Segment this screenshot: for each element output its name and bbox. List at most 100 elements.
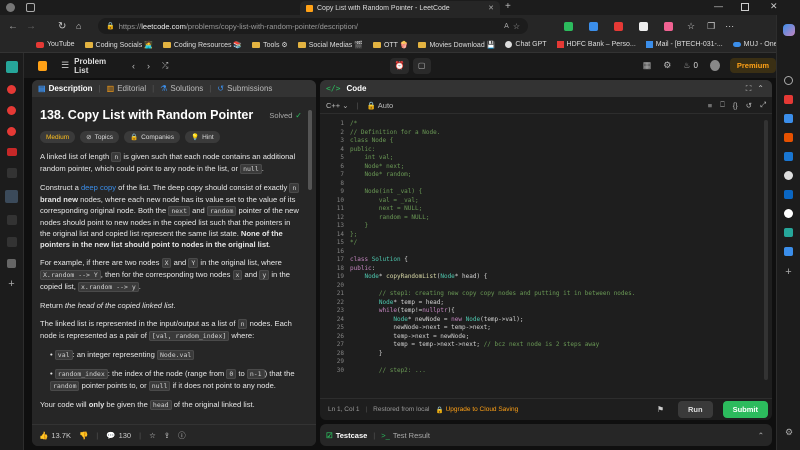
collapse-icon[interactable]: ⌃ xyxy=(757,84,764,93)
description-scrollbar[interactable] xyxy=(308,110,312,190)
refresh-icon[interactable]: ↻ xyxy=(58,21,72,32)
layout-grid-icon[interactable]: ▦ xyxy=(643,60,652,71)
timer-button[interactable]: ⏰ xyxy=(390,57,409,74)
favorites-icon[interactable]: ☆ xyxy=(687,21,695,32)
new-tab-icon[interactable]: + xyxy=(505,1,511,12)
dislike-button[interactable]: 👎 xyxy=(79,431,88,440)
settings-gear-icon[interactable]: ⚙ xyxy=(663,60,671,71)
tab-actions-icon[interactable] xyxy=(26,3,35,12)
rail-shopping-icon[interactable] xyxy=(784,95,793,104)
rail-google-icon[interactable] xyxy=(784,209,793,218)
debug-icon[interactable]: ⚑ xyxy=(657,405,664,414)
rail-add-icon[interactable]: + xyxy=(0,278,23,290)
format-icon[interactable]: ≡ xyxy=(708,101,712,110)
bookmark-folder[interactable]: Tools ⚙ xyxy=(252,41,288,49)
bookmark-folder[interactable]: Coding Socials 🧑‍💻 xyxy=(84,41,153,49)
upgrade-link[interactable]: Upgrade to Cloud Saving xyxy=(446,406,519,413)
editor-scrollbar[interactable] xyxy=(764,120,768,380)
favorite-button[interactable]: ☆ xyxy=(149,431,156,440)
rail-office-icon[interactable] xyxy=(784,133,793,142)
topics-tag[interactable]: ⊘ Topics xyxy=(80,131,120,143)
rail-youtube-icon[interactable] xyxy=(7,127,16,136)
minimize-icon[interactable]: — xyxy=(714,1,723,11)
home-icon[interactable]: ⌂ xyxy=(76,21,90,31)
tab-editorial[interactable]: ▥ Editorial xyxy=(107,84,146,93)
bookmark-icon[interactable]: ⎕ xyxy=(720,100,725,110)
rail-youtube-icon[interactable] xyxy=(7,85,16,94)
window-close-icon[interactable]: ✕ xyxy=(770,1,778,12)
comments-button[interactable]: 💬 130 xyxy=(106,431,131,440)
favorite-star-icon[interactable]: ☆ xyxy=(513,22,520,31)
like-button[interactable]: 👍 13.7K xyxy=(39,431,71,440)
bookmark-chatgpt[interactable]: Chat GPT xyxy=(505,41,547,48)
tab-description[interactable]: ▤ Description xyxy=(38,84,93,93)
collections-icon[interactable]: ❐ xyxy=(707,21,715,32)
browser-tab[interactable]: Copy List with Random Pointer - LeetCode… xyxy=(300,1,500,15)
submit-button[interactable]: Submit xyxy=(722,401,768,418)
more-menu-icon[interactable]: ⋯ xyxy=(725,21,734,32)
expand-icon[interactable]: ⤢ xyxy=(760,100,766,110)
streak-fire-icon[interactable]: ♨ xyxy=(683,61,690,70)
tab-close-icon[interactable]: ✕ xyxy=(488,4,494,12)
rail-leetcode-icon[interactable] xyxy=(6,215,17,225)
forward-icon[interactable]: → xyxy=(26,21,40,32)
extension-icon-3[interactable] xyxy=(614,21,623,31)
run-button[interactable]: Run xyxy=(677,401,713,418)
rail-app-icon-green[interactable] xyxy=(5,61,18,73)
test-result-tab[interactable]: >_ Test Result xyxy=(381,431,430,440)
bookmark-folder[interactable]: Coding Resources 📚 xyxy=(162,41,242,49)
hint-tag[interactable]: 💡 Hint xyxy=(185,131,220,143)
premium-button[interactable]: Premium xyxy=(729,58,776,73)
bookmark-folder[interactable]: Social Medias 🎬 xyxy=(297,41,363,49)
rail-leetcode-icon[interactable] xyxy=(6,168,17,178)
url-field[interactable]: 🔒 https://leetcode.com/problems/copy-lis… xyxy=(98,18,528,34)
extension-icon-5[interactable] xyxy=(664,21,673,31)
tab-solutions[interactable]: ⚗ Solutions xyxy=(160,84,203,93)
maximize-icon[interactable] xyxy=(741,3,749,11)
bookmark-mail[interactable]: Mail - [BTECH-031-... xyxy=(645,41,723,48)
rail-gray-icon[interactable] xyxy=(7,259,16,268)
language-select[interactable]: C++ ⌄ xyxy=(326,101,348,110)
share-button[interactable]: ⇪ xyxy=(164,431,170,440)
bookmark-hdfc[interactable]: HDFC Bank – Perso... xyxy=(556,41,636,48)
bookmark-folder[interactable]: Movies Download 💾 xyxy=(418,41,495,49)
code-editor[interactable]: /*// Definition for a Node. class Node {p… xyxy=(350,120,760,382)
expand-panel-icon[interactable]: ⌃ xyxy=(758,431,764,440)
bookmark-youtube[interactable]: YouTube xyxy=(36,41,75,48)
prev-problem-icon[interactable]: ‹ xyxy=(132,61,135,71)
rail-app-icon[interactable] xyxy=(784,228,793,237)
rail-youtube-icon[interactable] xyxy=(7,106,16,115)
deep-copy-link[interactable]: deep copy xyxy=(81,183,116,192)
companies-tag[interactable]: 🔒 Companies xyxy=(124,131,180,143)
braces-icon[interactable]: {} xyxy=(733,101,738,110)
rail-outlook-icon[interactable] xyxy=(784,152,793,161)
user-avatar[interactable] xyxy=(709,60,720,71)
rail-github-icon[interactable] xyxy=(784,171,793,180)
help-button[interactable]: ⓘ xyxy=(178,430,186,441)
reset-icon[interactable]: ↺ xyxy=(746,101,752,110)
shuffle-icon[interactable]: ⤮ xyxy=(162,61,168,71)
rail-tools-icon[interactable] xyxy=(784,114,793,123)
fullscreen-icon[interactable]: ⛶ xyxy=(746,84,752,94)
rail-settings-icon[interactable]: ⚙ xyxy=(777,427,800,438)
rail-linkedin-icon[interactable] xyxy=(784,190,793,199)
testcase-tab[interactable]: ☑ Testcase xyxy=(326,431,367,440)
rail-search-icon[interactable] xyxy=(784,76,793,85)
read-aloud-icon[interactable]: A xyxy=(504,23,509,30)
problem-list-icon[interactable]: ☰ xyxy=(61,60,69,71)
extension-icon-2[interactable] xyxy=(589,21,598,31)
bookmark-folder[interactable]: OTT 🍿 xyxy=(372,41,408,49)
browser-profile-icon[interactable] xyxy=(6,3,15,12)
back-icon[interactable]: ← xyxy=(8,21,22,32)
extension-icon-4[interactable] xyxy=(639,21,648,31)
rail-add-icon[interactable]: + xyxy=(777,266,800,278)
difficulty-badge[interactable]: Medium xyxy=(40,131,76,143)
next-problem-icon[interactable]: › xyxy=(147,61,150,71)
auto-mode[interactable]: 🔒 Auto xyxy=(366,101,393,110)
leetcode-logo[interactable] xyxy=(38,60,48,71)
rail-red-icon[interactable] xyxy=(6,148,17,156)
problem-list-link[interactable]: Problem List xyxy=(74,57,118,75)
tab-submissions[interactable]: ↺ Submissions xyxy=(217,84,272,93)
rail-app-icon[interactable] xyxy=(784,247,793,256)
rail-leetcode-active-icon[interactable] xyxy=(5,190,18,203)
